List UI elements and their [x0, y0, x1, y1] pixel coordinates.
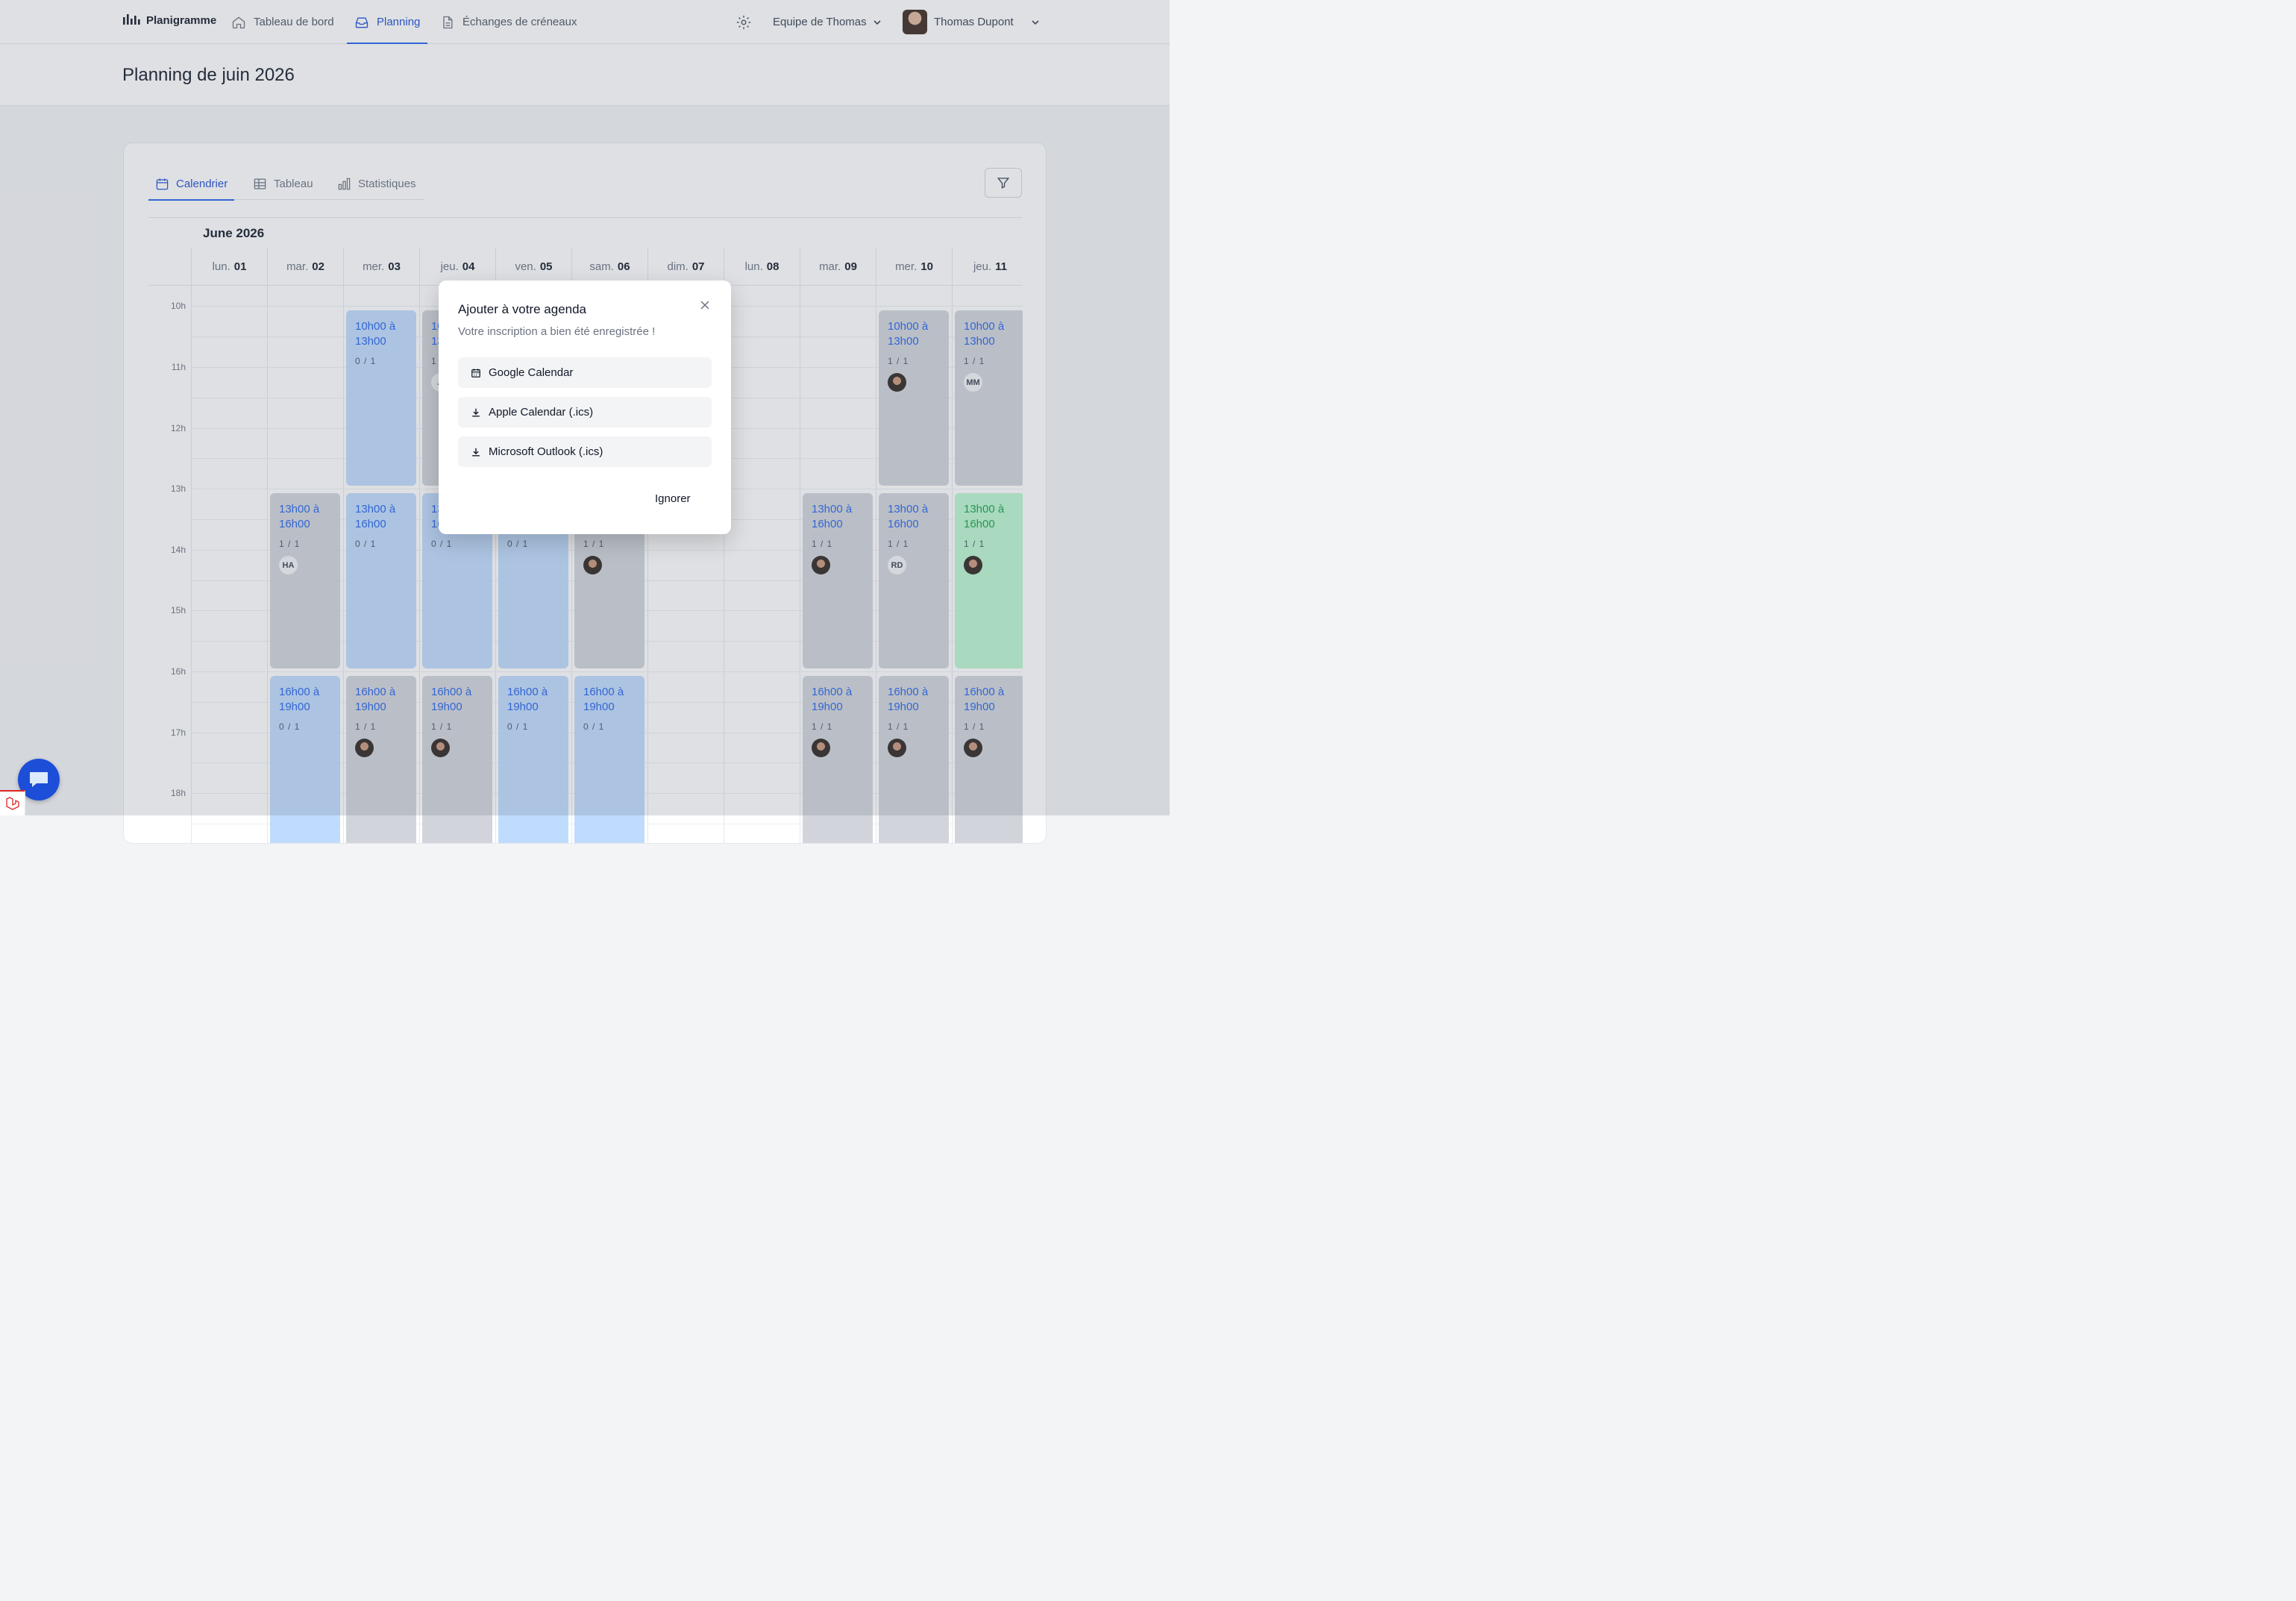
- outlook-calendar-label: Microsoft Outlook (.ics): [489, 445, 603, 458]
- dialog-subtitle: Votre inscription a bien été enregistrée…: [458, 325, 656, 338]
- apple-calendar-label: Apple Calendar (.ics): [489, 406, 594, 419]
- download-icon: [472, 448, 480, 457]
- outlook-calendar-button[interactable]: Microsoft Outlook (.ics): [458, 436, 712, 467]
- calendar-icon: [471, 368, 480, 377]
- google-calendar-label: Google Calendar: [489, 366, 574, 379]
- laravel-icon: [5, 797, 19, 810]
- chat-bubble-icon: [30, 772, 48, 787]
- add-to-calendar-dialog: Ajouter à votre agenda Votre inscription…: [439, 281, 731, 534]
- google-calendar-button[interactable]: Google Calendar: [458, 357, 712, 388]
- download-icon: [472, 408, 480, 417]
- dialog-title: Ajouter à votre agenda: [458, 302, 587, 316]
- debugbar-toggle[interactable]: [0, 790, 25, 815]
- close-icon[interactable]: [699, 299, 711, 311]
- ignore-button[interactable]: Ignorer: [655, 492, 691, 505]
- apple-calendar-button[interactable]: Apple Calendar (.ics): [458, 397, 712, 427]
